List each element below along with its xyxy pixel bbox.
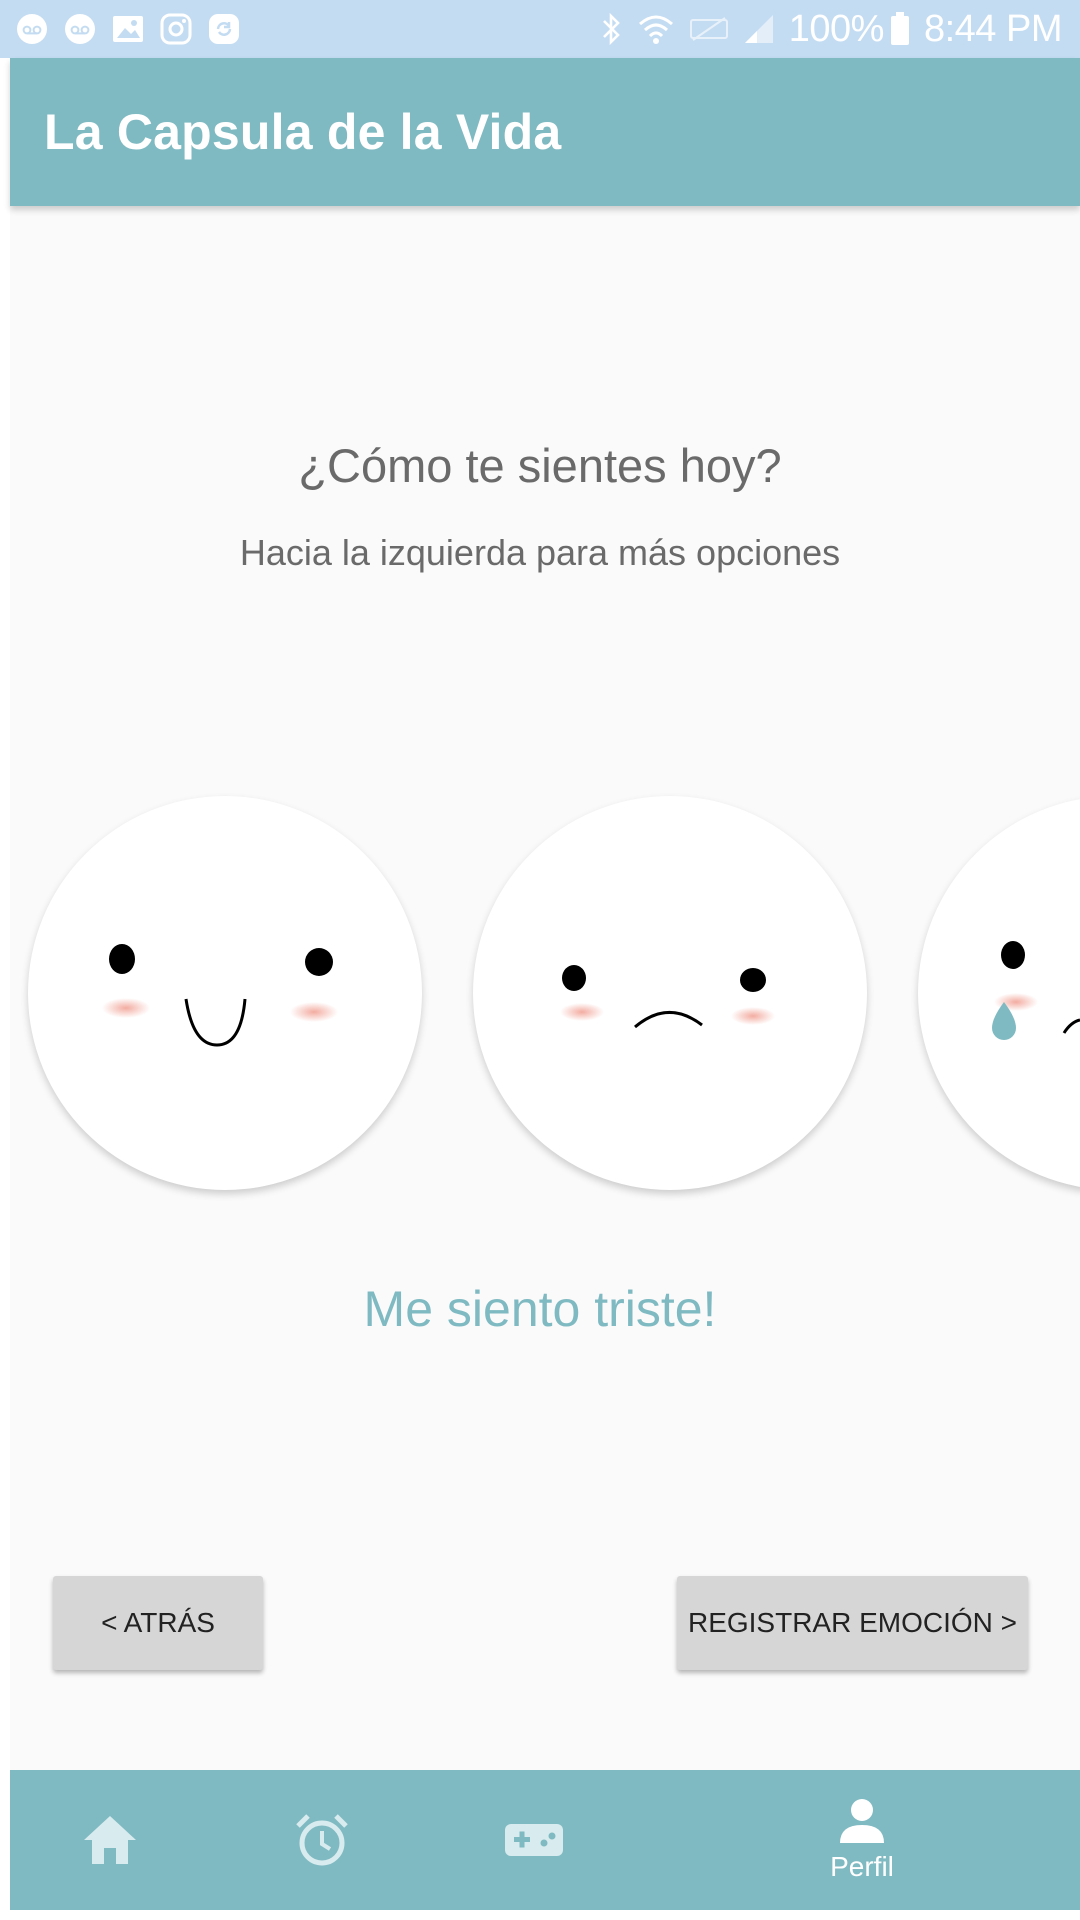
bluetooth-icon	[599, 11, 623, 47]
app-bar: La Capsula de la Vida	[10, 58, 1080, 206]
no-sim-icon	[689, 14, 729, 44]
back-button[interactable]: < ATRÁS	[53, 1576, 263, 1670]
status-bar-left	[16, 0, 256, 58]
register-emotion-button[interactable]: REGISTRAR EMOCIÓN >	[677, 1576, 1028, 1670]
selected-feeling-label: Me siento triste!	[363, 1281, 717, 1337]
nav-item-profile[interactable]: Perfil	[762, 1770, 962, 1910]
alarm-clock-icon	[296, 1814, 348, 1866]
voicemail-icon	[16, 13, 48, 45]
bottom-edge-strip	[0, 1910, 1080, 1920]
gamepad-icon	[505, 1824, 563, 1856]
happy-face-option[interactable]	[28, 796, 422, 1190]
clock-time: 8:44 PM	[923, 7, 1063, 50]
image-icon	[112, 13, 144, 45]
instagram-icon	[160, 13, 192, 45]
app-title: La Capsula de la Vida	[44, 104, 562, 160]
nav-profile-label: Perfil	[830, 1851, 894, 1882]
battery-icon	[890, 12, 910, 46]
swipe-hint: Hacia la izquierda para más opciones	[239, 532, 841, 573]
battery-percentage: 100%	[788, 7, 885, 50]
voicemail-icon	[64, 13, 96, 45]
sad-face-icon	[560, 965, 775, 1029]
status-bar-right: 100% 8:44 PM	[585, 0, 1063, 58]
app-screen: 100% 8:44 PM La Capsula de la Vida ¿Cómo…	[0, 0, 1080, 1920]
home-icon	[84, 1816, 136, 1864]
nav-item-games[interactable]	[434, 1770, 634, 1910]
sad-face-option[interactable]	[473, 796, 867, 1190]
question-heading: ¿Cómo te sientes hoy?	[298, 439, 782, 492]
nav-item-alarm[interactable]	[222, 1770, 422, 1910]
person-icon	[840, 1799, 884, 1843]
crying-face-icon	[992, 941, 1080, 1040]
wifi-icon	[637, 12, 675, 46]
bottom-navigation: Perfil	[10, 1770, 1080, 1910]
sync-icon	[208, 13, 240, 45]
signal-icon	[743, 13, 775, 45]
happy-face-icon	[102, 944, 338, 1047]
status-bar: 100% 8:44 PM	[0, 0, 1080, 58]
nav-item-home[interactable]	[10, 1770, 210, 1910]
crying-face-option[interactable]	[918, 796, 1080, 1190]
left-edge-strip	[0, 58, 10, 1920]
